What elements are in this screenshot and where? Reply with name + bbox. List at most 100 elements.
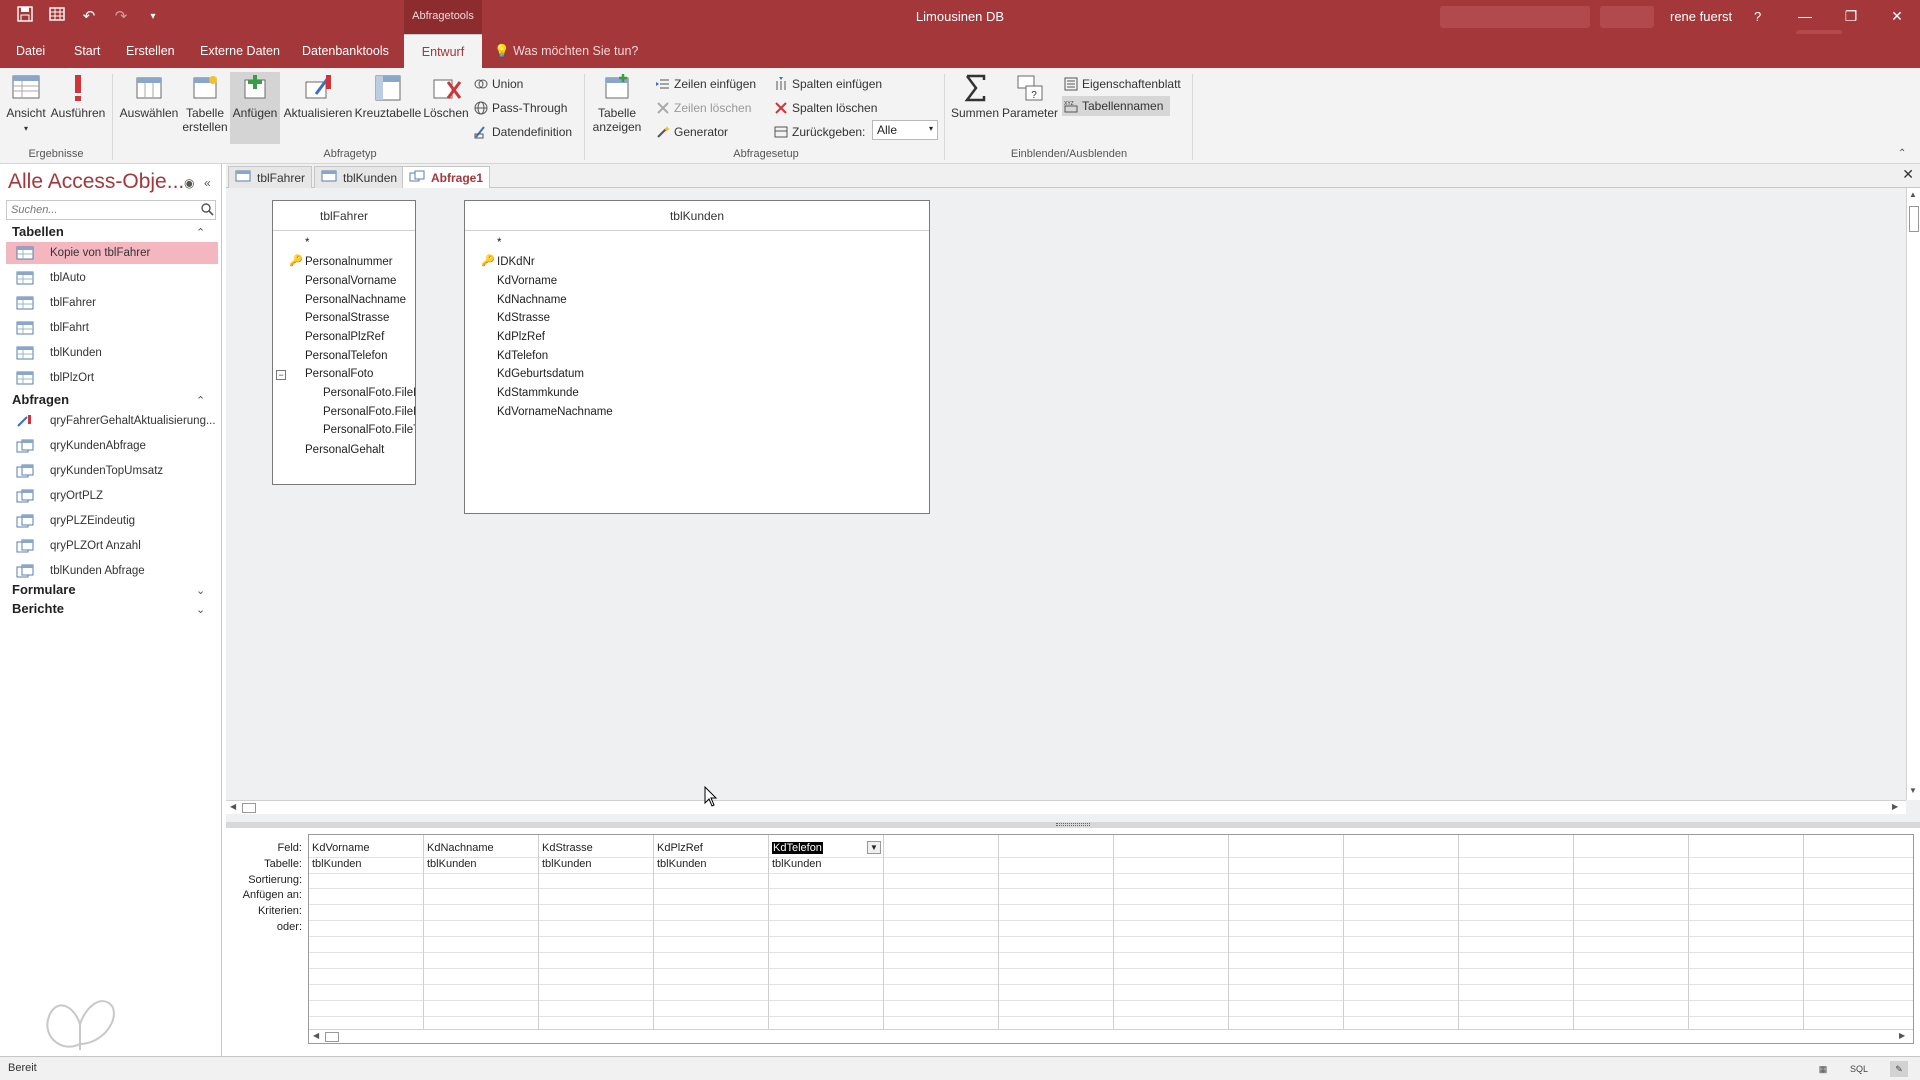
tab-start[interactable]: Start <box>66 34 108 68</box>
horizontal-scrollbar[interactable]: ◀ ▶ <box>226 800 1906 814</box>
scroll-right-icon[interactable]: ▶ <box>1892 802 1898 811</box>
field-list-title[interactable]: tblFahrer <box>273 201 415 231</box>
nav-item-query[interactable]: qryPLZOrt Anzahl <box>6 535 218 557</box>
zeilen-loeschen-button[interactable]: Zeilen löschen <box>656 98 751 118</box>
field-item[interactable]: PersonalNachname <box>305 294 406 306</box>
qbe-field-cell-selected[interactable]: KdTelefon <box>772 842 823 854</box>
generator-button[interactable]: Generator <box>656 122 728 142</box>
field-item[interactable]: PersonalFoto.FileN <box>323 406 415 418</box>
union-button[interactable]: Union <box>474 74 523 94</box>
field-item[interactable]: KdPlzRef <box>497 331 545 343</box>
tabelle-erstellen-button[interactable]: Tabelle erstellen <box>182 72 228 134</box>
qbe-field-cell[interactable]: KdPlzRef <box>657 842 703 854</box>
datasheet-view-icon[interactable]: ▦ <box>1814 1061 1832 1077</box>
redo-icon[interactable]: ↷ <box>110 6 132 28</box>
nav-group-berichte[interactable]: Berichte <box>12 601 64 616</box>
datendefinition-button[interactable]: Datendefinition <box>474 122 572 142</box>
nav-item-table[interactable]: tblKunden <box>6 342 218 364</box>
qbe-column-empty[interactable] <box>1114 835 1229 1043</box>
minimize-icon[interactable]: — <box>1782 0 1828 34</box>
field-item[interactable]: KdGeburtsdatum <box>497 368 584 380</box>
qbe-field-cell[interactable]: KdStrasse <box>542 842 593 854</box>
qbe-table-cell[interactable]: tblKunden <box>312 858 362 870</box>
shutter-bar-close-icon[interactable]: « <box>204 176 211 190</box>
qbe-column[interactable]: KdTelefon ▼ tblKunden <box>769 835 884 1043</box>
spalten-einfuegen-button[interactable]: Spalten einfügen <box>774 74 882 94</box>
nav-search-input[interactable] <box>6 200 216 220</box>
scrollbar-thumb[interactable] <box>1909 206 1919 232</box>
qbe-column-empty[interactable] <box>1574 835 1689 1043</box>
chevron-down-icon[interactable]: ⌄ <box>196 584 205 597</box>
nav-menu-chevron-icon[interactable]: ◉ <box>184 176 194 190</box>
nav-pane-title[interactable]: Alle Access-Obje... <box>8 170 184 194</box>
field-item[interactable]: PersonalFoto.FileT <box>323 424 415 436</box>
chevron-up-icon[interactable]: ⌃ <box>196 394 205 407</box>
qbe-column-empty[interactable] <box>1344 835 1459 1043</box>
field-list-title[interactable]: tblKunden <box>465 201 929 231</box>
field-item[interactable]: KdStammkunde <box>497 387 579 399</box>
nav-item-query[interactable]: tblKunden Abfrage <box>6 560 218 582</box>
user-name[interactable]: rene fuerst <box>1670 9 1732 24</box>
spalten-loeschen-button[interactable]: Spalten löschen <box>774 98 877 118</box>
ansicht-button[interactable]: Ansicht ▾ <box>4 72 48 134</box>
zurueckgeben-select[interactable]: Alle ▾ <box>872 120 938 140</box>
restore-icon[interactable]: ❐ <box>1828 0 1874 34</box>
nav-item-table[interactable]: tblFahrt <box>6 317 218 339</box>
field-item[interactable]: PersonalFoto.FileD <box>323 387 415 399</box>
chevron-up-icon[interactable]: ⌃ <box>196 226 205 239</box>
field-item[interactable]: KdVorname <box>497 275 557 287</box>
qbe-column[interactable]: KdVorname tblKunden <box>309 835 424 1043</box>
qbe-table-cell[interactable]: tblKunden <box>657 858 707 870</box>
tab-externe-daten[interactable]: Externe Daten <box>192 34 288 68</box>
field-item[interactable]: * <box>497 237 501 249</box>
search-icon[interactable] <box>200 202 214 216</box>
field-item[interactable]: PersonalPlzRef <box>305 331 384 343</box>
summen-button[interactable]: Summen <box>950 72 1000 120</box>
chevron-down-icon[interactable]: ▼ <box>867 841 881 854</box>
customize-qat-icon[interactable]: ▾ <box>142 6 164 28</box>
loeschen-button[interactable]: Löschen <box>422 72 470 120</box>
nav-item-table[interactable]: tblPlzOrt <box>6 367 218 389</box>
qbe-column[interactable]: KdNachname tblKunden <box>424 835 539 1043</box>
nav-item-query[interactable]: qryFahrerGehaltAktualisierung... <box>6 410 218 432</box>
grid-horizontal-scrollbar[interactable]: ◀ ▶ <box>309 1029 1913 1043</box>
vertical-scrollbar[interactable]: ▲ ▼ <box>1906 188 1920 800</box>
zeilen-einfuegen-button[interactable]: Zeilen einfügen <box>656 74 756 94</box>
doc-tab-abfrage1[interactable]: Abfrage1 <box>402 166 491 188</box>
nav-item-query[interactable]: qryPLZEindeutig <box>6 510 218 532</box>
aktualisieren-button[interactable]: Aktualisieren <box>282 72 354 120</box>
doc-tab-tblfahrer[interactable]: tblFahrer <box>228 166 313 188</box>
qbe-field-cell[interactable]: KdNachname <box>427 842 494 854</box>
qbe-field-cell[interactable]: KdVorname <box>312 842 369 854</box>
auswaehlen-button[interactable]: Auswählen <box>118 72 180 120</box>
chevron-down-icon[interactable]: ⌄ <box>196 603 205 616</box>
scrollbar-thumb[interactable] <box>242 803 256 813</box>
scroll-right-icon[interactable]: ▶ <box>1899 1031 1905 1040</box>
field-item[interactable]: KdTelefon <box>497 350 548 362</box>
nav-item-query[interactable]: qryOrtPLZ <box>6 485 218 507</box>
collapse-toggle-icon[interactable]: − <box>276 370 286 380</box>
splitter-grip-icon[interactable] <box>1056 823 1090 826</box>
undo-icon[interactable]: ↶ <box>78 6 100 28</box>
parameter-button[interactable]: ? Parameter <box>1002 72 1058 120</box>
collapse-ribbon-icon[interactable]: ⌃ <box>1898 148 1906 159</box>
tabellennamen-button[interactable]: XYZ Tabellennamen <box>1062 96 1170 116</box>
field-item[interactable]: PersonalFoto <box>305 368 373 380</box>
nav-group-formulare[interactable]: Formulare <box>12 582 76 597</box>
scrollbar-thumb[interactable] <box>325 1032 339 1042</box>
pass-through-button[interactable]: Pass-Through <box>474 98 567 118</box>
field-item[interactable]: * <box>305 237 309 249</box>
qbe-table-cell[interactable]: tblKunden <box>542 858 592 870</box>
qbe-table-cell[interactable]: tblKunden <box>772 858 822 870</box>
qbe-column[interactable]: KdPlzRef tblKunden <box>654 835 769 1043</box>
design-view-icon[interactable]: ✎ <box>1890 1061 1908 1077</box>
close-icon[interactable]: ✕ <box>1874 0 1920 34</box>
qbe-column-empty[interactable] <box>884 835 999 1043</box>
nav-item-table[interactable]: tblFahrer <box>6 292 218 314</box>
nav-item-query[interactable]: qryKundenAbfrage <box>6 435 218 457</box>
tell-me-search[interactable]: 💡 Was möchten Sie tun? <box>494 34 638 68</box>
datasheet-icon[interactable] <box>46 6 68 28</box>
tab-datenbanktools[interactable]: Datenbanktools <box>294 34 397 68</box>
nav-item-table[interactable]: Kopie von tblFahrer <box>6 242 218 264</box>
tabelle-anzeigen-button[interactable]: Tabelle anzeigen <box>590 72 644 134</box>
